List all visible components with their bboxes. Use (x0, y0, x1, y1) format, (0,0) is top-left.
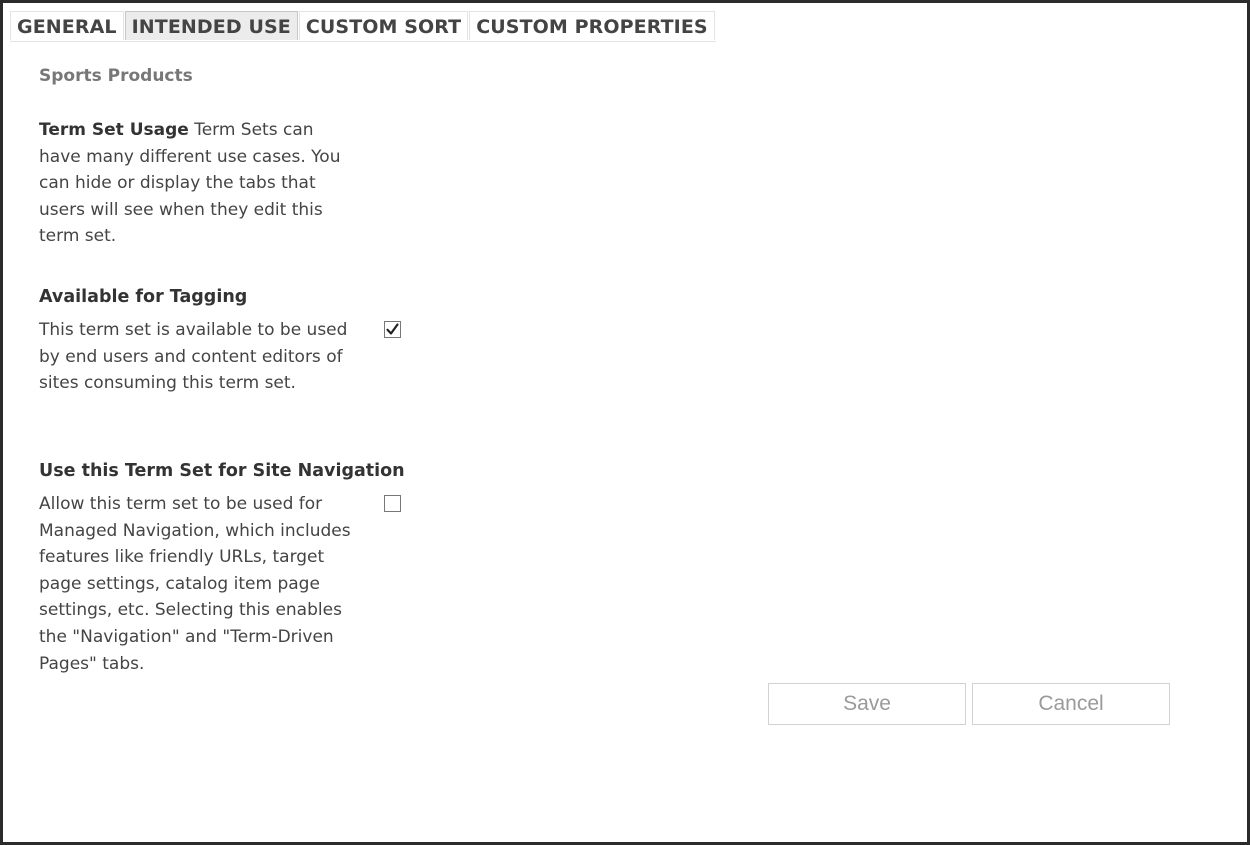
tab-general[interactable]: GENERAL (10, 11, 124, 40)
tab-custom-properties[interactable]: CUSTOM PROPERTIES (469, 11, 715, 40)
available-for-tagging-description: This term set is available to be used by… (39, 320, 348, 394)
term-set-usage-description: Term Set Usage Term Sets can have many d… (39, 117, 359, 250)
cancel-button[interactable]: Cancel (972, 683, 1170, 725)
checkmark-icon (386, 323, 399, 335)
available-for-tagging-heading: Available for Tagging (39, 287, 248, 307)
term-set-name: Sports Products (39, 66, 193, 86)
site-navigation-checkbox[interactable] (384, 495, 401, 512)
tab-custom-sort[interactable]: CUSTOM SORT (298, 11, 469, 40)
site-navigation-heading: Use this Term Set for Site Navigation (39, 461, 405, 481)
available-for-tagging-checkbox[interactable] (384, 321, 401, 338)
save-button[interactable]: Save (768, 683, 966, 725)
tab-intended-use[interactable]: INTENDED USE (124, 11, 298, 40)
site-navigation-description: Allow this term set to be used for Manag… (39, 494, 351, 674)
term-set-properties-panel: GENERAL INTENDED USE CUSTOM SORT CUSTOM … (0, 0, 1250, 845)
term-set-usage-label: Term Set Usage (39, 120, 189, 140)
tab-strip: GENERAL INTENDED USE CUSTOM SORT CUSTOM … (10, 11, 716, 42)
